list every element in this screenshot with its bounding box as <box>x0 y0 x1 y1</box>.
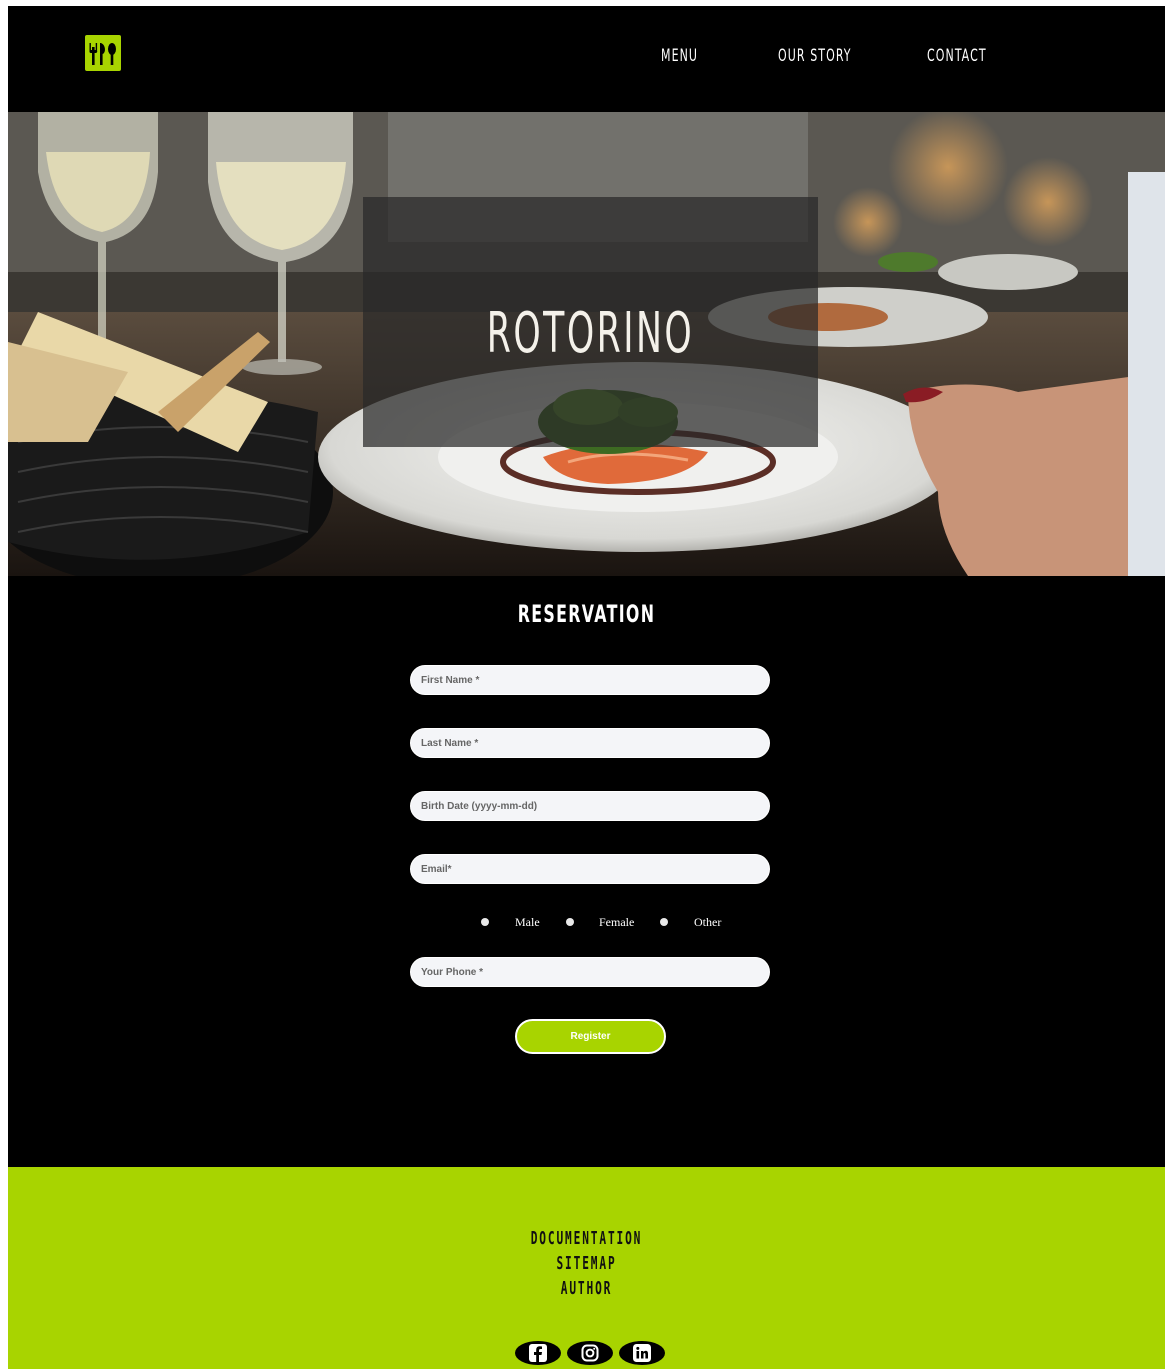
fork-knife-spoon-icon[interactable] <box>85 35 121 71</box>
email-field[interactable] <box>410 854 770 884</box>
hero-overlay: ROTORINO <box>363 197 818 447</box>
footer-link-author[interactable]: AUTHOR <box>228 1278 945 1299</box>
register-button[interactable]: Register <box>515 1019 666 1054</box>
top-nav: MENU OUR STORY CONTACT <box>8 6 1165 112</box>
nav-link-menu[interactable]: MENU <box>661 46 698 66</box>
hero-title: ROTORINO <box>486 301 695 366</box>
page: MENU OUR STORY CONTACT ROTORINO RESERVAT… <box>8 6 1165 1369</box>
last-name-field[interactable] <box>410 728 770 758</box>
birth-date-field[interactable] <box>410 791 770 821</box>
gender-radio-male[interactable] <box>481 918 489 926</box>
nav-link-our-story[interactable]: OUR STORY <box>778 46 852 66</box>
gender-label-female: Female <box>599 915 635 929</box>
phone-field[interactable] <box>410 957 770 987</box>
instagram-icon[interactable] <box>567 1341 613 1365</box>
nav-link-contact[interactable]: CONTACT <box>927 46 987 66</box>
hero-banner: ROTORINO <box>8 112 1165 576</box>
reservation-section: RESERVATION Male Female Other Register <box>8 576 1165 1167</box>
gender-radio-group: Male Female Other <box>8 914 1165 934</box>
first-name-field[interactable] <box>410 665 770 695</box>
reservation-title: RESERVATION <box>517 600 656 628</box>
footer-link-documentation[interactable]: DOCUMENTATION <box>228 1228 945 1249</box>
footer: DOCUMENTATION SITEMAP AUTHOR <box>8 1167 1165 1369</box>
facebook-icon[interactable] <box>515 1341 561 1365</box>
gender-label-other: Other <box>694 915 722 929</box>
gender-label-male: Male <box>515 915 540 929</box>
gender-radio-female[interactable] <box>566 918 574 926</box>
footer-link-sitemap[interactable]: SITEMAP <box>228 1253 945 1274</box>
linkedin-icon[interactable] <box>619 1341 665 1365</box>
gender-radio-other[interactable] <box>660 918 668 926</box>
